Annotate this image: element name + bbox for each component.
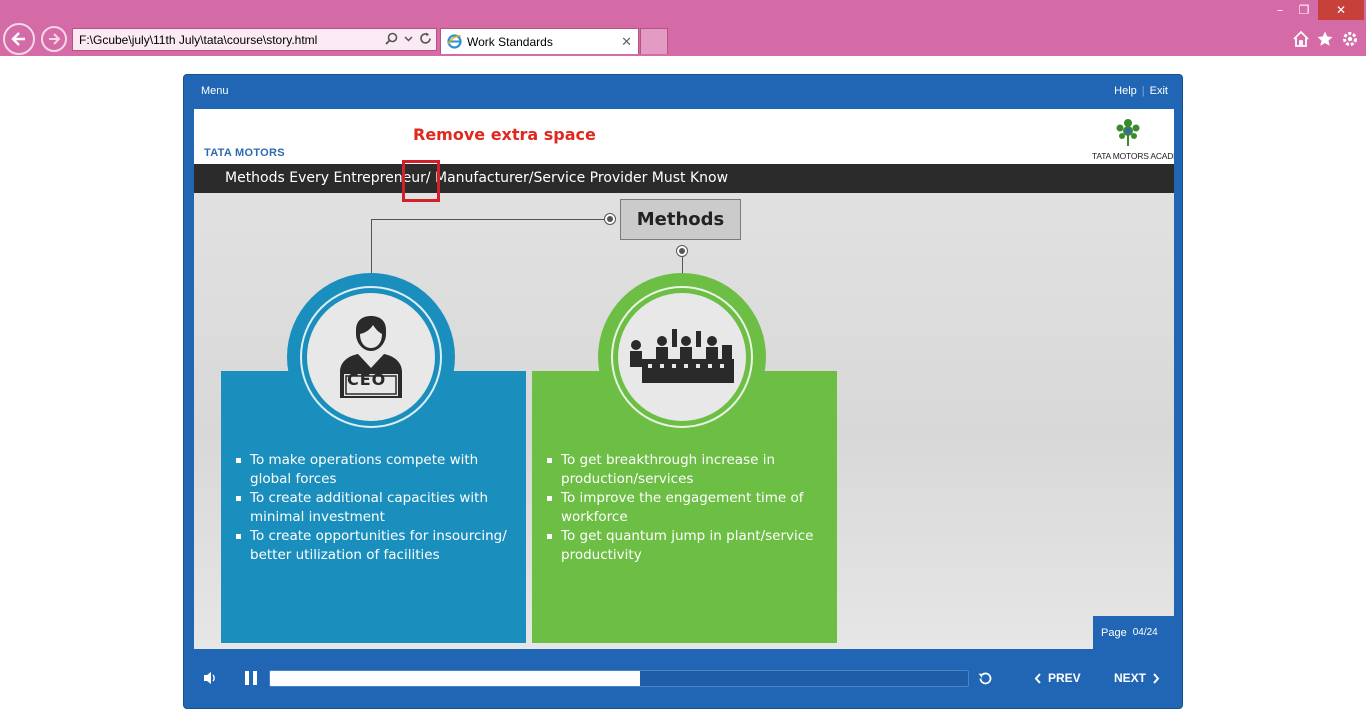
manufacturer-points-list: To get breakthrough increase in producti… bbox=[546, 451, 831, 565]
refresh-icon[interactable] bbox=[419, 32, 432, 45]
slide-canvas: TATA MOTORS Remove extra space TATA MOTO… bbox=[194, 109, 1174, 649]
chevron-down-icon[interactable] bbox=[404, 34, 413, 43]
replay-icon[interactable] bbox=[977, 670, 994, 687]
list-item: To improve the engagement time of workfo… bbox=[546, 489, 831, 527]
ceo-icon-holder: CEO bbox=[307, 293, 435, 421]
ie-page-icon bbox=[447, 34, 462, 49]
minimize-glyph: – bbox=[1277, 3, 1283, 17]
menu-link[interactable]: Menu bbox=[201, 85, 229, 97]
list-item: To create opportunities for insourcing/ … bbox=[235, 527, 520, 565]
search-icon[interactable] bbox=[385, 32, 398, 45]
progress-fill bbox=[270, 671, 640, 686]
tab-close-icon[interactable]: ✕ bbox=[621, 34, 632, 50]
list-item: To get breakthrough increase in producti… bbox=[546, 451, 831, 489]
exit-link[interactable]: Exit bbox=[1150, 85, 1168, 97]
back-button[interactable] bbox=[3, 23, 35, 55]
help-link[interactable]: Help bbox=[1114, 85, 1137, 97]
progress-bar[interactable] bbox=[269, 670, 969, 687]
player-controls: PREV NEXT bbox=[184, 657, 1182, 703]
prev-button[interactable]: PREV bbox=[1034, 671, 1081, 685]
address-bar[interactable]: F:\Gcube\july\11th July\tata\course\stor… bbox=[72, 28, 437, 51]
methods-label: Methods bbox=[636, 209, 725, 230]
factory-badge-circle bbox=[598, 273, 766, 441]
connector-node bbox=[676, 245, 688, 257]
restore-button[interactable]: ❐ bbox=[1289, 0, 1319, 20]
back-arrow-icon bbox=[11, 32, 25, 46]
tab-work-standards[interactable]: Work Standards ✕ bbox=[440, 28, 639, 54]
next-button[interactable]: NEXT bbox=[1114, 671, 1160, 685]
forward-arrow-icon bbox=[49, 33, 61, 45]
methods-label-box: Methods bbox=[620, 199, 741, 240]
course-player: Menu Help | Exit TATA MOTORS Remove extr… bbox=[183, 74, 1183, 709]
pause-icon[interactable] bbox=[244, 670, 258, 686]
academy-logo: TATA MOTORS ACADEMY bbox=[1092, 117, 1174, 161]
list-item: To make operations compete with global f… bbox=[235, 451, 520, 489]
page-indicator: Page 04/24 bbox=[1093, 616, 1174, 649]
slide-title-bar: Methods Every Entrepreneur/ Manufacturer… bbox=[194, 164, 1174, 193]
page-number: 04/24 bbox=[1132, 627, 1158, 638]
academy-name: TATA MOTORS ACADEMY bbox=[1092, 151, 1174, 161]
close-window-button[interactable]: ✕ bbox=[1318, 0, 1364, 20]
factory-icon-holder bbox=[618, 293, 746, 421]
slide-title: Methods Every Entrepreneur/ Manufacturer… bbox=[225, 170, 729, 186]
volume-icon[interactable] bbox=[202, 670, 218, 686]
chevron-left-icon bbox=[1034, 672, 1041, 684]
page-label: Page bbox=[1101, 626, 1127, 639]
address-text: F:\Gcube\july\11th July\tata\course\stor… bbox=[79, 32, 318, 47]
forward-button[interactable] bbox=[41, 26, 67, 52]
ceo-badge-circle: CEO bbox=[287, 273, 455, 441]
academy-tree-icon bbox=[1116, 119, 1140, 146]
home-icon[interactable] bbox=[1292, 30, 1310, 48]
close-glyph: ✕ bbox=[1335, 3, 1347, 17]
player-top-bar: Menu Help | Exit bbox=[184, 75, 1182, 109]
favorites-star-icon[interactable] bbox=[1316, 30, 1334, 48]
next-label: NEXT bbox=[1114, 671, 1147, 685]
gear-icon[interactable] bbox=[1341, 30, 1359, 48]
list-item: To create additional capacities with min… bbox=[235, 489, 520, 527]
slide-header: TATA MOTORS Remove extra space TATA MOTO… bbox=[194, 109, 1174, 164]
ceo-badge-text: CEO bbox=[347, 370, 387, 389]
connector-node bbox=[604, 213, 616, 225]
assembly-line-workers-icon bbox=[630, 329, 734, 383]
prev-label: PREV bbox=[1048, 671, 1081, 685]
ceo-points-list: To make operations compete with global f… bbox=[235, 451, 520, 565]
chevron-right-icon bbox=[1153, 672, 1160, 684]
link-separator: | bbox=[1141, 85, 1145, 97]
tata-motors-logo: TATA MOTORS bbox=[204, 147, 285, 159]
restore-glyph: ❐ bbox=[1298, 3, 1310, 17]
tab-title: Work Standards bbox=[467, 34, 553, 49]
connector-line bbox=[371, 219, 372, 275]
new-tab-button[interactable] bbox=[640, 28, 668, 54]
help-exit-links: Help | Exit bbox=[1114, 85, 1168, 97]
list-item: To get quantum jump in plant/service pro… bbox=[546, 527, 831, 565]
connector-line bbox=[371, 219, 611, 220]
review-note: Remove extra space bbox=[413, 125, 596, 144]
review-highlight-box bbox=[402, 160, 440, 202]
browser-chrome: – ❐ ✕ F:\Gcube\july\11th July\tata\cours… bbox=[0, 0, 1366, 56]
